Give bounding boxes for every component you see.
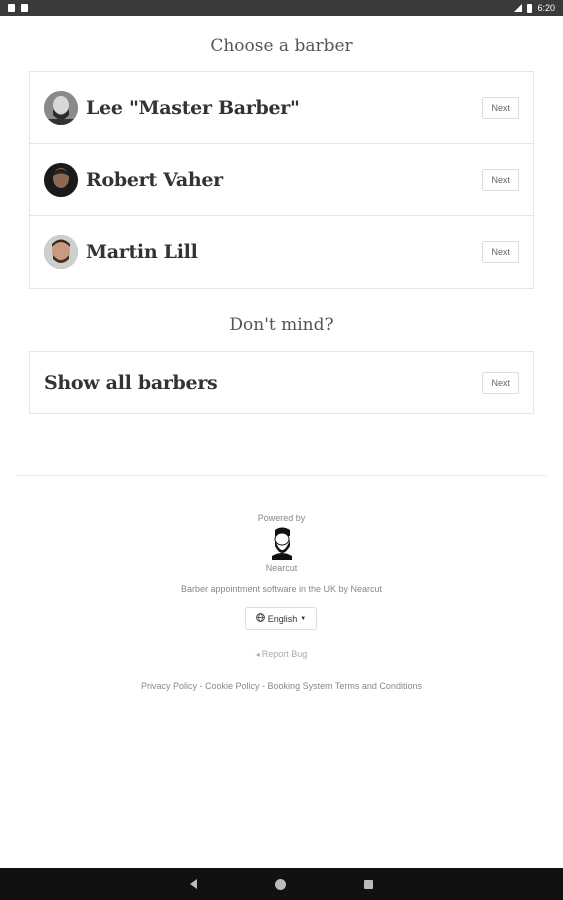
- report-bug-label: Report Bug: [261, 649, 308, 659]
- sim-icon: [21, 4, 28, 12]
- powered-by-label: Powered by: [257, 513, 306, 523]
- language-label: English: [267, 613, 298, 624]
- barber-name: Martin Lill: [86, 241, 198, 263]
- next-button[interactable]: Next: [482, 371, 519, 394]
- avatar: [44, 162, 78, 197]
- dont-mind-heading: Don't mind?: [229, 315, 334, 335]
- android-nav-bar: [0, 868, 563, 900]
- report-bug-link[interactable]: ◂ Report Bug: [0, 649, 563, 659]
- caret-down-icon: ▼: [300, 615, 307, 622]
- status-bar: 6:20: [0, 0, 563, 16]
- battery-icon: [527, 3, 533, 13]
- show-all-barbers-row[interactable]: Show all barbers Next: [30, 352, 533, 413]
- next-button[interactable]: Next: [482, 241, 519, 263]
- next-button[interactable]: Next: [482, 96, 519, 119]
- globe-icon: [255, 613, 265, 624]
- show-all-card: Show all barbers Next: [29, 351, 534, 414]
- avatar: [44, 90, 78, 125]
- choose-barber-heading: Choose a barber: [210, 36, 353, 56]
- recent-apps-icon[interactable]: [364, 879, 373, 889]
- barber-list: Lee "Master Barber" Next Robert Vaher Ne…: [29, 71, 534, 289]
- barber-name: Lee "Master Barber": [86, 96, 300, 119]
- next-button[interactable]: Next: [482, 168, 519, 191]
- brand-name[interactable]: Nearcut: [0, 563, 563, 573]
- show-all-barbers-label: Show all barbers: [44, 371, 218, 394]
- signal-icon: [514, 4, 523, 12]
- megaphone-icon: ◂: [255, 649, 260, 659]
- barber-row-robert[interactable]: Robert Vaher Next: [30, 144, 533, 216]
- back-icon[interactable]: [190, 879, 197, 889]
- legal-links[interactable]: Privacy Policy - Cookie Policy - Booking…: [0, 681, 563, 691]
- avatar: [44, 235, 78, 269]
- tagline[interactable]: Barber appointment software in the UK by…: [0, 584, 563, 594]
- barber-row-martin[interactable]: Martin Lill Next: [30, 216, 533, 288]
- barber-name: Robert Vaher: [86, 168, 223, 191]
- nearcut-logo[interactable]: [266, 526, 298, 560]
- barber-row-lee[interactable]: Lee "Master Barber" Next: [30, 72, 533, 144]
- status-time: 6:20: [537, 3, 555, 13]
- notification-icon: [8, 4, 15, 12]
- footer-divider: [16, 475, 547, 476]
- language-selector[interactable]: English ▼: [245, 607, 317, 630]
- home-icon[interactable]: [275, 878, 286, 890]
